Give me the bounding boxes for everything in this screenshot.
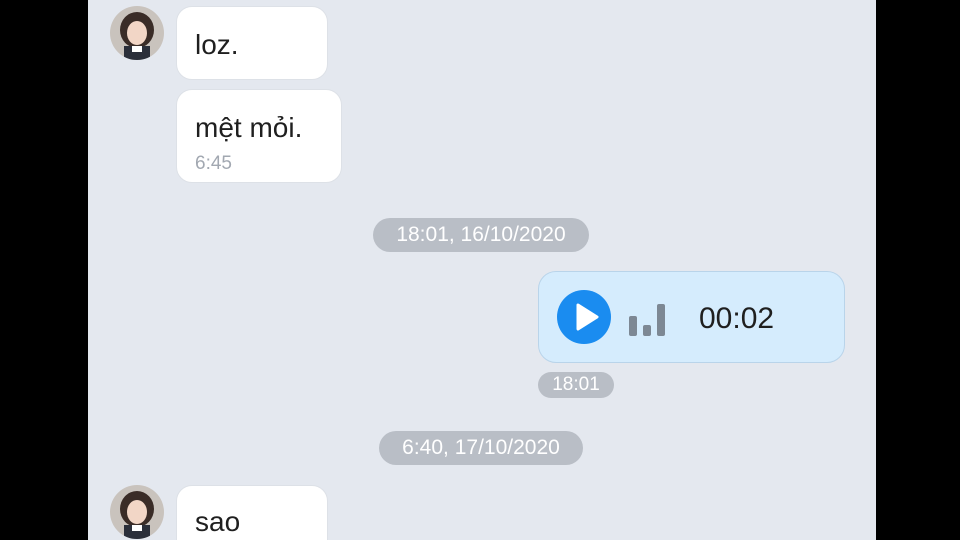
message-bubble[interactable]: mệt mỏi. 6:45 [176, 89, 342, 183]
contact-avatar[interactable] [110, 485, 164, 539]
waveform-icon [629, 304, 665, 336]
chat-conversation[interactable]: loz. mệt mỏi. 6:45 18:01, 16/10/2020 00:… [88, 0, 876, 540]
play-icon [576, 303, 599, 331]
play-button[interactable] [557, 290, 611, 344]
message-text: sao [195, 506, 241, 537]
contact-avatar[interactable] [110, 6, 164, 60]
voice-duration: 00:02 [699, 302, 775, 335]
message-timestamp: 6:45 [195, 153, 232, 174]
message-bubble[interactable]: loz. [176, 6, 328, 80]
message-text: loz. [195, 29, 239, 60]
voice-message-bubble[interactable]: 00:02 [538, 271, 845, 363]
date-separator: 6:40, 17/10/2020 [379, 431, 583, 465]
date-separator: 18:01, 16/10/2020 [373, 218, 589, 252]
message-text: mệt mỏi. [195, 112, 303, 143]
message-bubble[interactable]: sao [176, 485, 328, 540]
avatar-photo-icon [110, 485, 164, 539]
avatar-photo-icon [110, 6, 164, 60]
message-timestamp: 18:01 [538, 372, 614, 398]
